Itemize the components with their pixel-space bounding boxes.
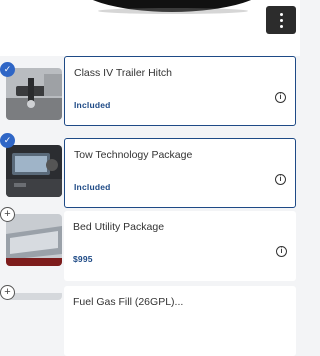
package-card-trailer-hitch[interactable]: Class IV Trailer Hitch Included i bbox=[64, 56, 296, 126]
vertical-ellipsis-icon bbox=[279, 18, 283, 22]
selected-check-icon[interactable]: ✓ bbox=[0, 133, 15, 148]
truck-bed-image[interactable] bbox=[6, 214, 62, 266]
package-title: Fuel Gas Fill (26GPL)... bbox=[73, 296, 184, 308]
info-icon[interactable]: i bbox=[276, 246, 287, 257]
package-price: $995 bbox=[73, 254, 93, 264]
package-price: Included bbox=[74, 100, 111, 110]
add-plus-icon[interactable]: + bbox=[0, 207, 15, 222]
package-card-fuel[interactable]: Fuel Gas Fill (26GPL)... bbox=[64, 286, 296, 356]
more-options-button[interactable] bbox=[266, 6, 296, 34]
dashboard-image[interactable] bbox=[6, 145, 62, 197]
selected-check-icon[interactable]: ✓ bbox=[0, 62, 15, 77]
trailer-hitch-image[interactable] bbox=[6, 68, 62, 120]
package-card-tow-technology[interactable]: Tow Technology Package Included i bbox=[64, 138, 296, 208]
vertical-ellipsis-icon bbox=[279, 24, 283, 28]
vehicle-hero-image bbox=[0, 0, 300, 56]
package-title: Class IV Trailer Hitch bbox=[74, 67, 173, 79]
add-plus-icon[interactable]: + bbox=[0, 285, 15, 300]
vertical-ellipsis-icon bbox=[279, 12, 283, 16]
package-title: Tow Technology Package bbox=[74, 149, 193, 161]
info-icon[interactable]: i bbox=[275, 174, 286, 185]
package-card-bed-utility[interactable]: Bed Utility Package $995 i bbox=[64, 211, 296, 281]
vehicle-shadow bbox=[98, 8, 248, 14]
package-price: Included bbox=[74, 182, 111, 192]
info-icon[interactable]: i bbox=[275, 92, 286, 103]
package-title: Bed Utility Package bbox=[73, 221, 165, 233]
